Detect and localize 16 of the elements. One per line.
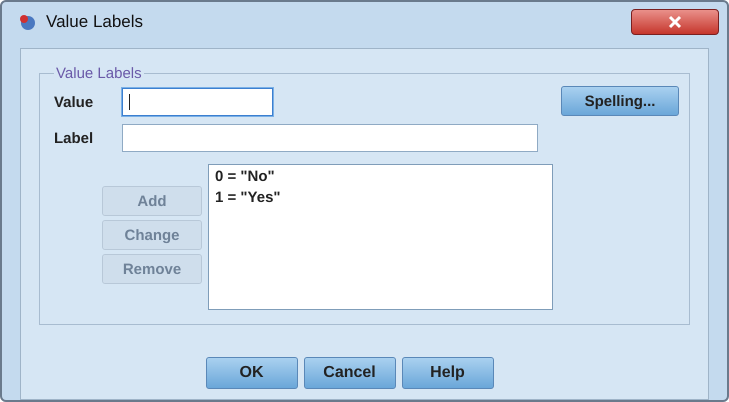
close-button[interactable] bbox=[631, 9, 719, 35]
input-field[interactable] bbox=[122, 88, 273, 116]
dialog-button[interactable]: Cancel bbox=[304, 357, 396, 389]
list-item[interactable]: 1 = "Yes" bbox=[215, 189, 546, 206]
app-icon bbox=[18, 13, 38, 31]
close-icon bbox=[668, 15, 682, 29]
input-field[interactable] bbox=[122, 124, 538, 152]
group-title: Value Labels bbox=[55, 65, 143, 82]
window-title: Value Labels bbox=[46, 12, 144, 32]
field-label: Label bbox=[54, 130, 94, 146]
spelling-button[interactable]: Spelling... bbox=[561, 86, 679, 116]
field-label: Value bbox=[54, 94, 94, 110]
dialog-button[interactable]: Help bbox=[402, 357, 494, 389]
labels-list[interactable]: 0 = "No" 1 = "Yes" bbox=[208, 164, 553, 310]
dialog-button[interactable]: OK bbox=[206, 357, 298, 389]
list-item[interactable]: 0 = "No" bbox=[215, 168, 546, 185]
